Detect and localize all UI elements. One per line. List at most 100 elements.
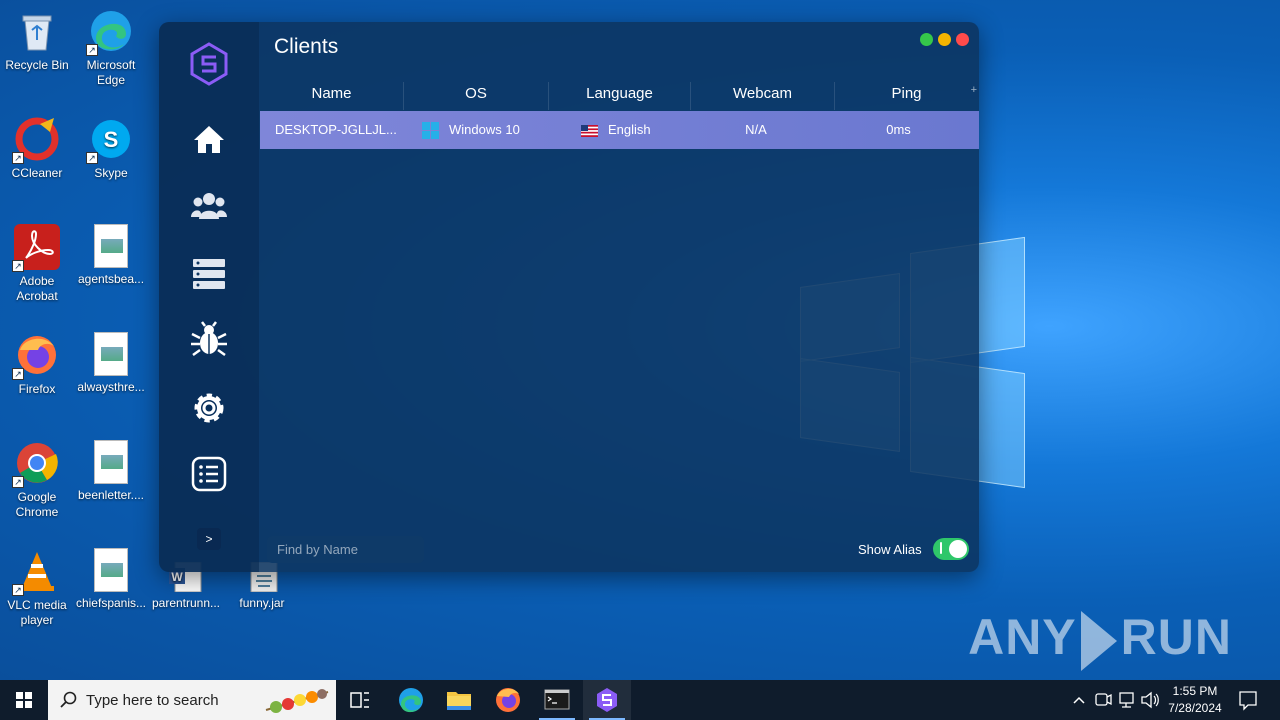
anyrun-watermark: ANY RUN <box>968 608 1232 671</box>
volume-icon <box>1141 691 1159 709</box>
column-header-webcam[interactable]: Webcam <box>691 78 834 110</box>
firefox-icon <box>496 688 520 712</box>
tray-meet-now[interactable] <box>1092 680 1114 720</box>
taskbar-firefox[interactable] <box>484 680 532 720</box>
list-icon <box>191 456 227 492</box>
sidebar-expand-button[interactable]: > <box>197 528 221 550</box>
taskbar-edge[interactable] <box>387 680 435 720</box>
taskbar-file-explorer[interactable] <box>435 680 483 720</box>
desktop-icon-microsoft-edge[interactable]: ↗ Microsoft Edge <box>74 8 148 88</box>
desktop-icon-label: beenletter.... <box>77 488 145 502</box>
desktop-icon-label: Adobe Acrobat <box>16 274 58 303</box>
tray-network[interactable] <box>1116 680 1138 720</box>
sidebar-item-debug[interactable] <box>189 320 229 360</box>
adobe-acrobat-icon: ↗ <box>12 224 60 272</box>
column-header-os[interactable]: OS <box>404 78 548 110</box>
clock-time: 1:55 PM <box>1172 684 1218 698</box>
chrome-icon: ↗ <box>12 440 60 488</box>
notification-center-button[interactable] <box>1234 680 1262 720</box>
app-logo-icon <box>597 688 617 712</box>
cell-ping: 0ms <box>886 122 911 137</box>
search-highlight-illustration <box>265 689 329 713</box>
taskbar-client-app[interactable] <box>583 680 631 720</box>
desktop-icon-file[interactable]: beenletter.... <box>74 440 148 503</box>
windows-start-icon <box>16 692 32 708</box>
clock-date: 7/28/2024 <box>1168 701 1222 715</box>
maximize-button[interactable] <box>920 33 933 46</box>
windows-icon <box>422 122 439 140</box>
desktop-icon-firefox[interactable]: ↗ Firefox <box>0 332 74 397</box>
svg-text:S: S <box>104 127 119 152</box>
home-icon <box>194 126 224 153</box>
desktop-icon-file[interactable]: alwaysthre... <box>74 332 148 395</box>
desktop-icon-ccleaner[interactable]: ↗ CCleaner <box>0 116 74 181</box>
desktop-icon-file[interactable]: agentsbea... <box>74 224 148 287</box>
desktop-icon-label: Recycle Bin <box>5 58 69 72</box>
minimize-button[interactable] <box>938 33 951 46</box>
notification-icon <box>1239 691 1257 711</box>
taskbar-task-view[interactable] <box>336 680 384 720</box>
start-button[interactable] <box>0 680 48 720</box>
desktop-icon-label: Firefox <box>18 382 56 396</box>
sidebar-item-servers[interactable] <box>189 254 229 294</box>
column-header-language[interactable]: Language <box>549 78 690 110</box>
cell-language-label: English <box>608 122 651 137</box>
image-file-icon <box>94 440 128 484</box>
svg-text:W: W <box>171 570 183 584</box>
desktop-icon-google-chrome[interactable]: ↗ Google Chrome <box>0 440 74 520</box>
desktop-icon-file[interactable]: chiefspanis... <box>74 548 148 611</box>
desktop-icon-label: Microsoft Edge <box>86 58 136 87</box>
close-button[interactable] <box>956 33 969 46</box>
show-alias-toggle[interactable] <box>933 538 969 560</box>
taskbar-search-input[interactable] <box>86 690 266 710</box>
tray-show-hidden[interactable] <box>1068 680 1090 720</box>
sidebar-item-clients[interactable] <box>189 186 229 226</box>
users-icon <box>191 193 227 219</box>
cell-os-label: Windows 10 <box>449 122 520 137</box>
image-file-icon <box>94 224 128 268</box>
network-icon <box>1119 692 1134 708</box>
column-header-ping[interactable]: Ping <box>835 78 978 110</box>
desktop-icon-label: Skype <box>94 166 128 180</box>
terminal-icon <box>544 689 570 710</box>
edge-icon <box>399 688 423 713</box>
page-title: Clients <box>274 35 339 58</box>
search-icon <box>60 691 77 708</box>
task-view-icon <box>350 692 369 708</box>
column-header-name[interactable]: Name <box>260 78 403 110</box>
desktop-icon-label: agentsbea... <box>77 272 145 286</box>
sidebar-item-logs[interactable] <box>189 454 229 494</box>
desktop-icon-adobe-acrobat[interactable]: ↗ Adobe Acrobat <box>0 224 74 304</box>
ccleaner-icon: ↗ <box>12 116 60 164</box>
desktop-icon-label: chiefspanis... <box>75 596 147 610</box>
firefox-icon: ↗ <box>12 332 60 380</box>
cell-language: English <box>581 111 651 149</box>
us-flag-icon <box>581 124 598 137</box>
desktop-icon-label: VLC media player <box>7 598 67 627</box>
desktop-icon-recycle-bin[interactable]: Recycle Bin <box>0 8 74 73</box>
taskbar-search[interactable] <box>48 680 336 720</box>
add-column-button[interactable]: + <box>971 84 977 96</box>
sidebar-item-home[interactable] <box>189 120 229 160</box>
find-by-name-input[interactable] <box>267 536 424 563</box>
desktop-icon-label: funny.jar <box>239 596 285 610</box>
table-header: Name OS Language Webcam Ping + <box>260 78 979 110</box>
desktop-icon-label: CCleaner <box>11 166 63 180</box>
taskbar-clock[interactable]: 1:55 PM 7/28/2024 <box>1160 683 1230 717</box>
cell-webcam: N/A <box>745 122 767 137</box>
edge-icon: ↗ <box>86 8 134 56</box>
gear-icon <box>194 393 224 423</box>
clients-app-window: > Clients Name OS Language Webcam Ping +… <box>159 22 979 572</box>
table-row[interactable]: DESKTOP-JGLLJL... Windows 10 English N/A… <box>260 111 979 149</box>
skype-icon: S ↗ <box>86 116 134 164</box>
folder-icon <box>447 692 471 710</box>
image-file-icon <box>94 548 128 592</box>
sidebar-item-settings[interactable] <box>189 388 229 428</box>
desktop-icon-label: alwaysthre... <box>77 380 145 394</box>
app-logo-icon <box>189 42 229 86</box>
desktop-icon-skype[interactable]: S ↗ Skype <box>74 116 148 181</box>
tray-volume[interactable] <box>1139 680 1161 720</box>
desktop-icon-label: Google Chrome <box>15 490 59 519</box>
desktop-icon-vlc[interactable]: ↗ VLC media player <box>0 548 74 628</box>
taskbar-terminal[interactable] <box>533 680 581 720</box>
